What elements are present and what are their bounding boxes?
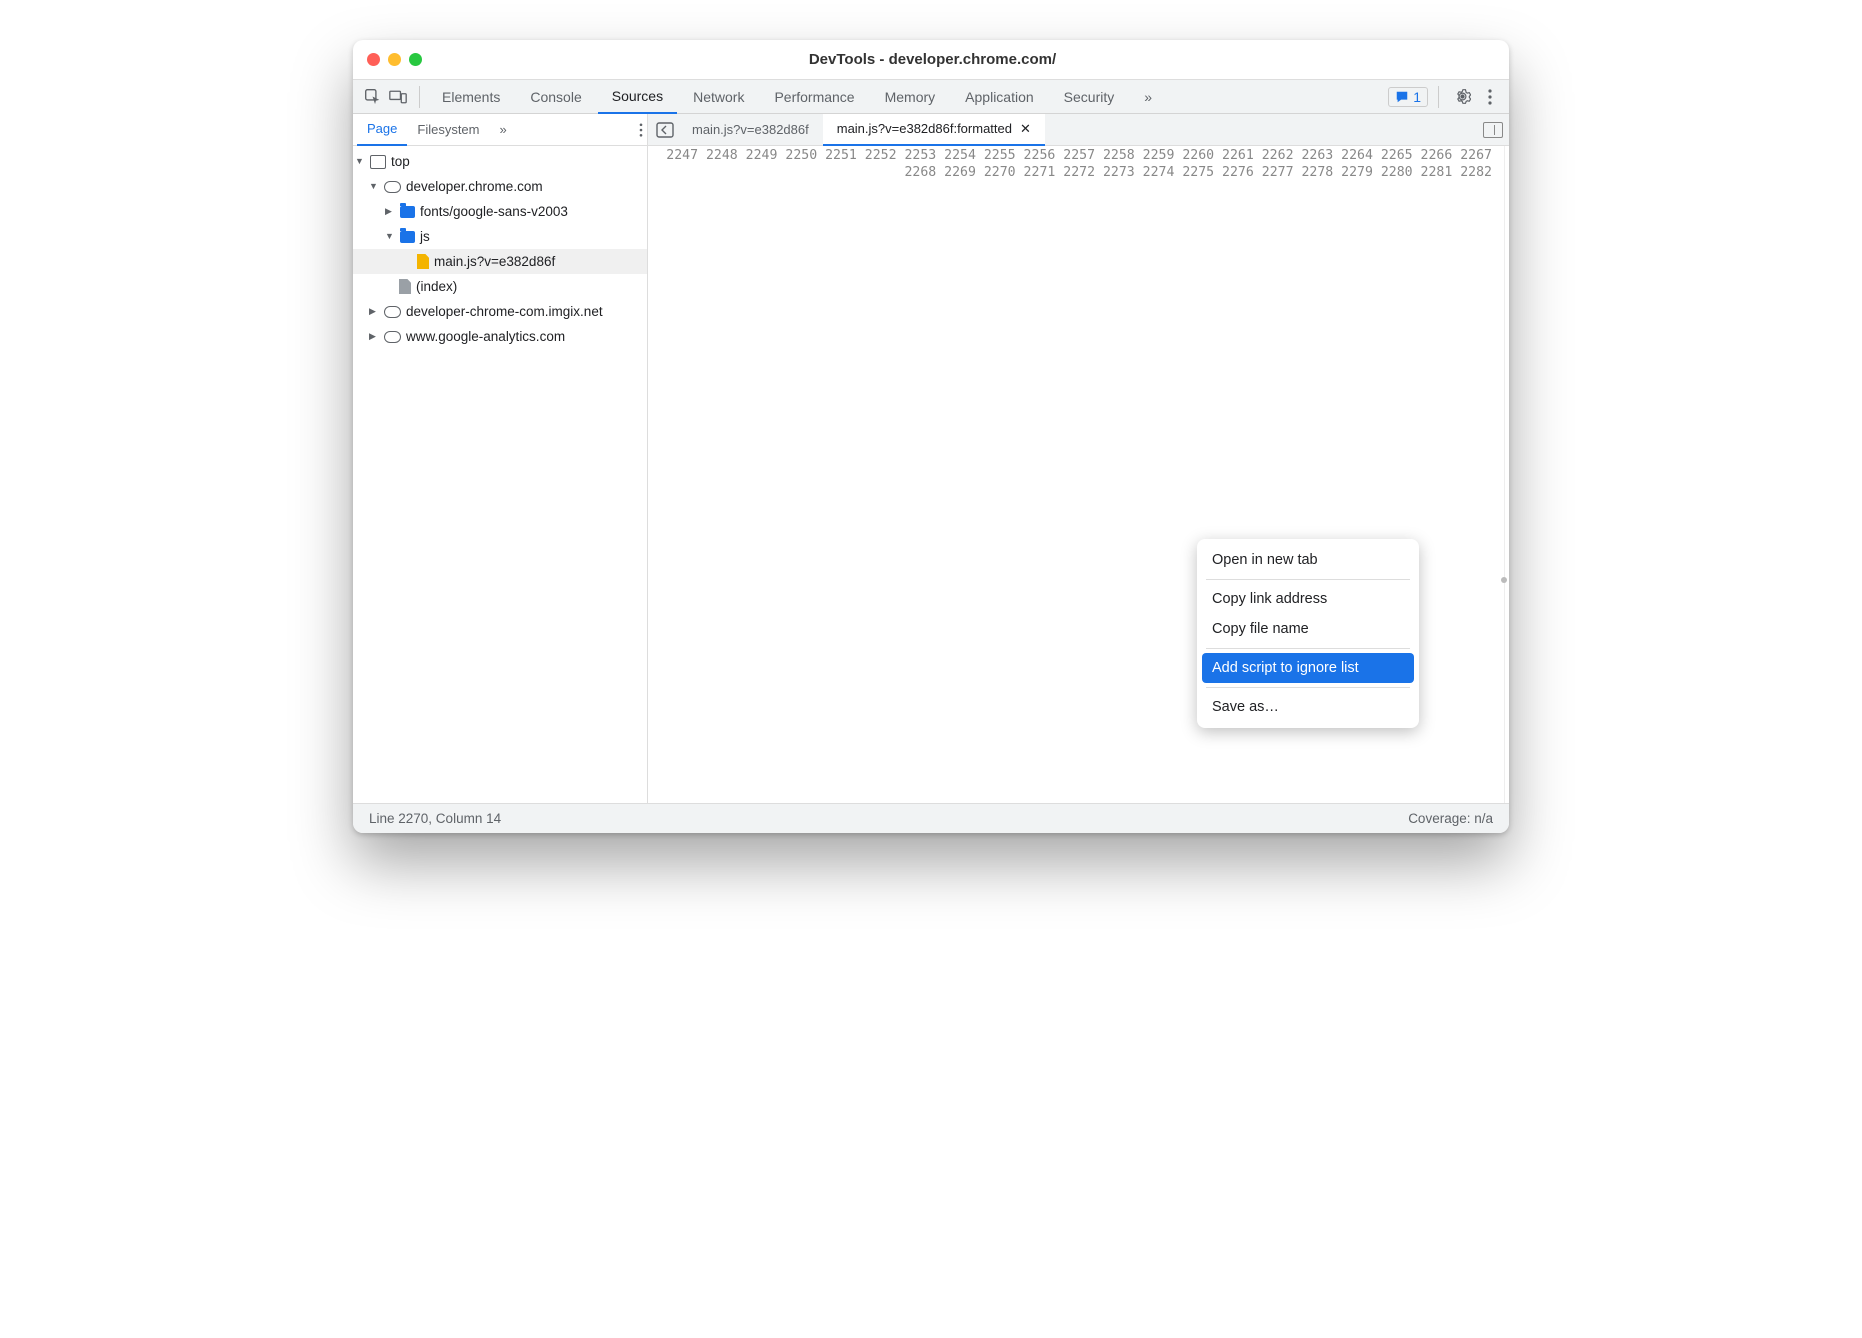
tab-security[interactable]: Security <box>1050 80 1129 114</box>
navigator-tab-page[interactable]: Page <box>357 114 407 146</box>
minimize-window-button[interactable] <box>388 53 401 66</box>
editor-nav-back-icon[interactable] <box>652 117 678 143</box>
console-messages-badge[interactable]: 1 <box>1388 87 1428 107</box>
editor-pane: main.js?v=e382d86f main.js?v=e382d86f:fo… <box>648 114 1509 803</box>
close-tab-icon[interactable]: ✕ <box>1020 121 1031 137</box>
cloud-icon <box>384 306 401 318</box>
navigator-more-icon[interactable] <box>639 123 643 137</box>
file-tree[interactable]: top developer.chrome.com fonts/google-sa… <box>353 146 647 349</box>
ctx-copy-filename[interactable]: Copy file name <box>1202 614 1414 644</box>
content-area: Page Filesystem » top developer.chrome.c… <box>353 114 1509 803</box>
context-menu: Open in new tab Copy link address Copy f… <box>1197 539 1419 728</box>
ctx-copy-link[interactable]: Copy link address <box>1202 584 1414 614</box>
more-menu-icon[interactable] <box>1477 84 1503 110</box>
navigator-tab-overflow[interactable]: » <box>490 114 517 146</box>
device-toolbar-icon[interactable] <box>385 84 411 110</box>
code-content: </button> <input type="text" class="sear… <box>1505 146 1509 803</box>
tree-domain-ga[interactable]: www.google-analytics.com <box>353 324 647 349</box>
tab-overflow[interactable]: » <box>1130 80 1166 114</box>
editor-tabs: main.js?v=e382d86f main.js?v=e382d86f:fo… <box>648 114 1509 146</box>
navigator-tabs: Page Filesystem » <box>353 114 647 146</box>
tab-application[interactable]: Application <box>951 80 1048 114</box>
ctx-add-ignore-list[interactable]: Add script to ignore list <box>1202 653 1414 683</box>
panel-tabs: Elements Console Sources Network Perform… <box>428 80 1166 114</box>
cursor-position: Line 2270, Column 14 <box>369 811 501 826</box>
zoom-window-button[interactable] <box>409 53 422 66</box>
window-title: DevTools - developer.chrome.com/ <box>422 51 1443 68</box>
cloud-icon <box>384 181 401 193</box>
tree-top[interactable]: top <box>353 149 647 174</box>
cloud-icon <box>384 331 401 343</box>
devtools-window: DevTools - developer.chrome.com/ Element… <box>353 40 1509 833</box>
editor-tab-main[interactable]: main.js?v=e382d86f <box>678 114 823 146</box>
folder-icon <box>400 206 415 218</box>
window-controls <box>367 53 422 66</box>
message-icon <box>1395 90 1409 104</box>
titlebar: DevTools - developer.chrome.com/ <box>353 40 1509 80</box>
tree-folder-fonts[interactable]: fonts/google-sans-v2003 <box>353 199 647 224</box>
navigator-tab-filesystem[interactable]: Filesystem <box>407 114 489 146</box>
ctx-save-as[interactable]: Save as… <box>1202 692 1414 722</box>
js-file-icon <box>417 254 429 269</box>
tree-file-main[interactable]: main.js?v=e382d86f <box>353 249 647 274</box>
tree-folder-js[interactable]: js <box>353 224 647 249</box>
tab-console[interactable]: Console <box>516 80 595 114</box>
tab-network[interactable]: Network <box>679 80 758 114</box>
message-count: 1 <box>1413 89 1421 105</box>
tab-performance[interactable]: Performance <box>760 80 868 114</box>
tree-domain-imgix[interactable]: developer-chrome-com.imgix.net <box>353 299 647 324</box>
tab-sources[interactable]: Sources <box>598 80 677 114</box>
toggle-debugger-panel-icon[interactable] <box>1483 122 1503 138</box>
frame-icon <box>370 155 386 169</box>
tab-memory[interactable]: Memory <box>871 80 950 114</box>
settings-icon[interactable] <box>1449 84 1475 110</box>
tree-file-index[interactable]: (index) <box>353 274 647 299</box>
scrollbar-thumb[interactable] <box>1501 577 1507 583</box>
tab-elements[interactable]: Elements <box>428 80 514 114</box>
coverage-status: Coverage: n/a <box>1408 811 1493 826</box>
inspect-element-icon[interactable] <box>359 84 385 110</box>
folder-icon <box>400 231 415 243</box>
tree-domain[interactable]: developer.chrome.com <box>353 174 647 199</box>
file-icon <box>399 279 411 294</box>
navigator-sidebar: Page Filesystem » top developer.chrome.c… <box>353 114 648 803</box>
status-bar: Line 2270, Column 14 Coverage: n/a <box>353 803 1509 833</box>
main-toolbar: Elements Console Sources Network Perform… <box>353 80 1509 114</box>
close-window-button[interactable] <box>367 53 380 66</box>
ctx-open-new-tab[interactable]: Open in new tab <box>1202 545 1414 575</box>
editor-tab-formatted[interactable]: main.js?v=e382d86f:formatted✕ <box>823 114 1045 146</box>
